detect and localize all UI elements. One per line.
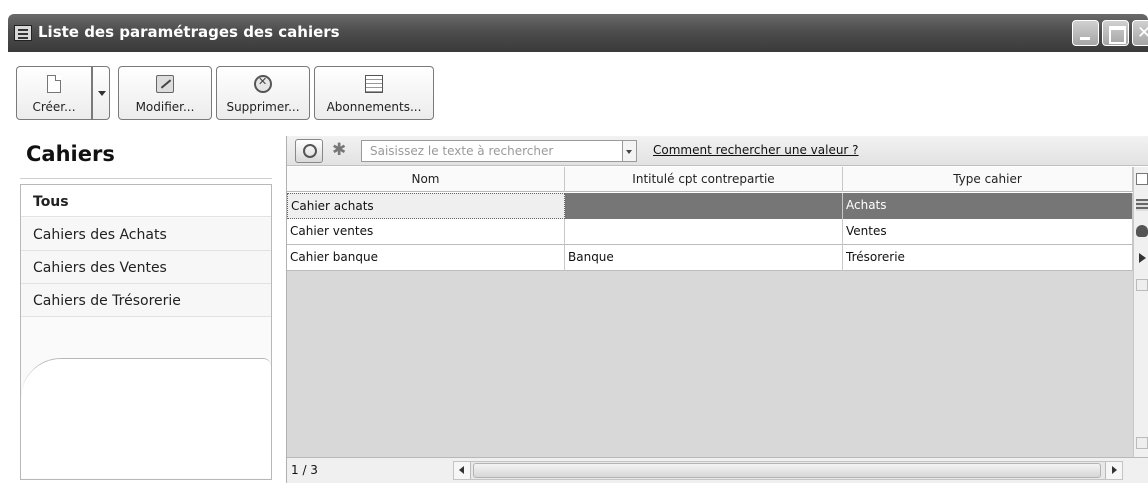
- create-button[interactable]: Créer...: [16, 66, 92, 120]
- record-counter: 1 / 3: [291, 463, 318, 477]
- column-header-intitule[interactable]: Intitulé cpt contrepartie: [565, 167, 843, 192]
- close-button[interactable]: [1132, 20, 1148, 46]
- delete-button[interactable]: Supprimer...: [216, 66, 310, 120]
- search-help-link[interactable]: Comment rechercher une valeur ?: [653, 143, 859, 157]
- search-bar: Saisissez le texte à rechercher Comment …: [287, 136, 1148, 166]
- sidebar-empty-area: [21, 358, 271, 478]
- sidebar-item-tous[interactable]: Tous: [21, 184, 271, 217]
- grid-panel: Saisissez le texte à rechercher Comment …: [286, 136, 1148, 483]
- delete-icon: [254, 75, 272, 93]
- right-tool-rail: [1133, 167, 1148, 457]
- sidebar-item-tresorerie[interactable]: Cahiers de Trésorerie: [21, 284, 271, 317]
- column-header-type[interactable]: Type cahier: [843, 167, 1133, 192]
- column-header-nom[interactable]: Nom: [287, 167, 565, 192]
- window-title: Liste des paramétrages des cahiers: [38, 23, 340, 41]
- sidebar-item-achats[interactable]: Cahiers des Achats: [21, 218, 271, 251]
- subscriptions-icon: [365, 75, 383, 93]
- list-view-icon[interactable]: [1136, 199, 1148, 211]
- sidebar-title: Cahiers: [26, 142, 115, 166]
- edit-button[interactable]: Modifier...: [118, 66, 212, 120]
- cell-type[interactable]: Trésorerie: [843, 245, 1133, 271]
- search-dropdown-button[interactable]: [623, 140, 637, 162]
- create-dropdown-button[interactable]: [92, 66, 110, 120]
- cell-intitule[interactable]: [565, 193, 843, 219]
- cell-nom[interactable]: Cahier achats: [287, 193, 565, 219]
- search-input[interactable]: Saisissez le texte à rechercher: [361, 140, 623, 162]
- table-body: Cahier achats Achats Cahier ventes Vente…: [287, 193, 1133, 457]
- minimize-button[interactable]: [1072, 20, 1099, 46]
- maximize-button[interactable]: [1102, 20, 1129, 46]
- scroll-right-icon[interactable]: [1105, 462, 1122, 479]
- scrollbar-thumb[interactable]: [473, 463, 1101, 478]
- sidebar-item-ventes[interactable]: Cahiers des Ventes: [21, 251, 271, 284]
- cell-type[interactable]: Achats: [843, 193, 1133, 219]
- column-settings-icon[interactable]: [1136, 173, 1148, 185]
- toolbar: Créer... Modifier... Supprimer... Abonne…: [8, 52, 1148, 132]
- print-icon[interactable]: [1136, 225, 1148, 237]
- horizontal-scrollbar[interactable]: [453, 461, 1123, 480]
- sidebar-divider: [20, 178, 272, 179]
- search-icon[interactable]: [295, 139, 323, 163]
- scroll-down-icon[interactable]: [1136, 437, 1148, 449]
- window-titlebar[interactable]: Liste des paramétrages des cahiers: [8, 14, 1148, 52]
- scroll-left-icon[interactable]: [454, 462, 471, 479]
- cell-nom[interactable]: Cahier ventes: [287, 219, 565, 245]
- sidebar-list: Tous Cahiers des Achats Cahiers des Vent…: [20, 184, 272, 480]
- sidebar: Cahiers Tous Cahiers des Achats Cahiers …: [8, 132, 278, 483]
- grid-footer: 1 / 3: [287, 457, 1148, 483]
- filter-icon[interactable]: [327, 139, 355, 163]
- cell-type[interactable]: Ventes: [843, 219, 1133, 245]
- table-row[interactable]: Cahier achats Achats: [287, 193, 1133, 219]
- app-icon: [14, 25, 32, 41]
- table-header: Nom Intitulé cpt contrepartie Type cahie…: [287, 167, 1133, 192]
- table-row[interactable]: Cahier banque Banque Trésorerie: [287, 245, 1133, 271]
- edit-icon: [156, 75, 174, 93]
- subscriptions-button[interactable]: Abonnements...: [314, 66, 434, 120]
- new-document-icon: [47, 75, 61, 93]
- cell-nom[interactable]: Cahier banque: [287, 245, 565, 271]
- expand-arrow-icon[interactable]: [1139, 253, 1146, 263]
- table-row[interactable]: Cahier ventes Ventes: [287, 219, 1133, 245]
- cell-intitule[interactable]: Banque: [565, 245, 843, 271]
- scroll-up-icon[interactable]: [1136, 279, 1148, 291]
- cell-intitule[interactable]: [565, 219, 843, 245]
